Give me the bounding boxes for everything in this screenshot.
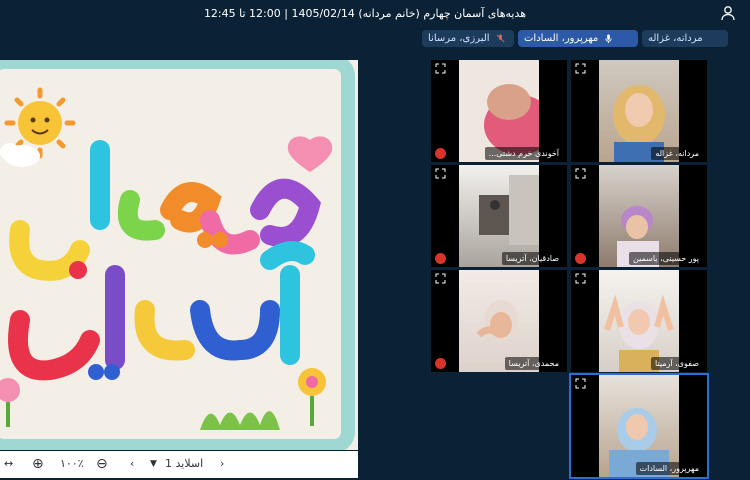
next-slide-icon[interactable]: ‹ <box>130 456 134 472</box>
presentation-slide[interactable] <box>0 60 358 450</box>
participant-name: مردانه، غزاله <box>651 147 703 160</box>
speaker-chip-muted[interactable]: البرزی، مرسانا <box>422 30 514 47</box>
mic-off-icon[interactable] <box>435 253 446 264</box>
slide-selector[interactable]: اسلاید 1 <box>165 456 203 472</box>
zoom-out-icon[interactable]: ⊖ <box>96 456 108 472</box>
expand-icon[interactable] <box>575 273 586 284</box>
speaker-chip-label: مردانه، غزاله <box>648 33 703 44</box>
video-tile-active[interactable]: مهرپرور، السادات <box>569 373 709 479</box>
expand-icon[interactable] <box>435 168 446 179</box>
user-icon[interactable] <box>720 5 736 21</box>
speaker-chip-host[interactable]: مردانه، غزاله <box>642 30 728 47</box>
expand-icon[interactable] <box>575 63 586 74</box>
speaker-chip-label: البرزی، مرسانا <box>428 33 490 44</box>
expand-icon[interactable] <box>435 273 446 284</box>
participant-name: محمدی، آتریسا <box>504 357 563 370</box>
fit-width-icon[interactable]: ↔ <box>4 456 13 472</box>
video-tile[interactable]: آخوندی خرم دشتی... <box>431 60 567 162</box>
participant-name: آخوندی خرم دشتی... <box>484 147 563 160</box>
participant-name: مهرپرور، السادات <box>635 462 703 475</box>
video-tile[interactable]: صفوی، آرمیتا <box>571 270 707 372</box>
participant-name: پور حسینی، یاسمین <box>629 252 703 265</box>
expand-icon[interactable] <box>575 168 586 179</box>
mic-off-icon[interactable] <box>435 148 446 159</box>
video-tile[interactable]: صادقیان، آتریسا <box>431 165 567 267</box>
video-tile[interactable]: محمدی، آتریسا <box>431 270 567 372</box>
zoom-in-icon[interactable]: ⊕ <box>32 456 44 472</box>
expand-icon[interactable] <box>575 378 586 389</box>
mic-off-icon[interactable] <box>435 358 446 369</box>
title-bar: هدیه‌های آسمان چهارم (خانم مردانه) 1405/… <box>0 0 750 28</box>
zoom-level: ۱۰۰٪ <box>60 457 84 470</box>
mic-off-icon <box>496 33 505 42</box>
speaker-chip-active[interactable]: مهرپرور، السادات <box>518 30 638 47</box>
prev-slide-icon[interactable]: › <box>220 456 224 472</box>
expand-icon[interactable] <box>435 63 446 74</box>
mic-icon <box>605 33 613 43</box>
participant-name: صفوی، آرمیتا <box>651 357 703 370</box>
slide-artwork <box>0 60 355 450</box>
participant-name: صادقیان، آتریسا <box>501 252 563 265</box>
slide-toolbar: ↔ ⊕ ۱۰۰٪ ⊖ ‹ ▼ اسلاید 1 › <box>0 451 358 478</box>
mic-off-icon[interactable] <box>575 253 586 264</box>
speaker-chip-label: مهرپرور، السادات <box>524 33 599 44</box>
speaker-chips: مردانه، غزاله مهرپرور، السادات البرزی، م… <box>0 30 750 50</box>
chevron-down-icon[interactable]: ▼ <box>150 456 157 472</box>
video-tile[interactable]: مردانه، غزاله <box>571 60 707 162</box>
meeting-title: هدیه‌های آسمان چهارم (خانم مردانه) 1405/… <box>203 7 527 20</box>
video-tile[interactable]: پور حسینی، یاسمین <box>571 165 707 267</box>
